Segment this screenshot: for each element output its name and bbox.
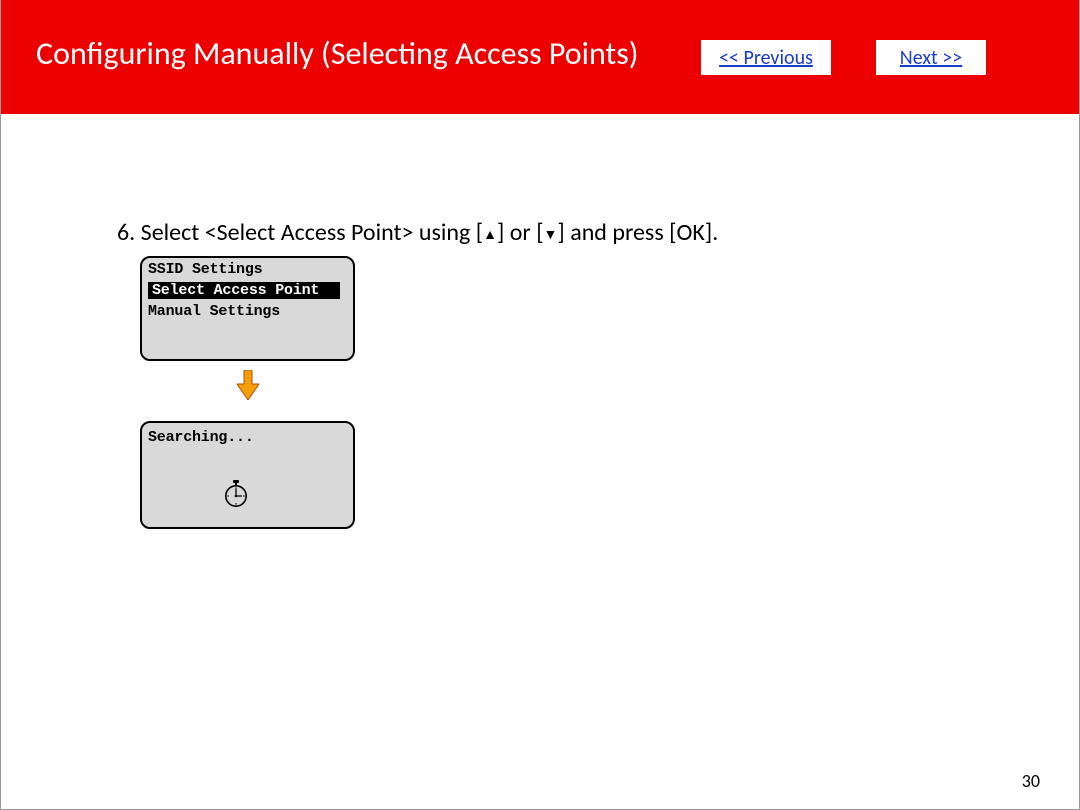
lcd-screen-searching: Searching... (140, 421, 355, 529)
lcd-title: SSID Settings (142, 258, 353, 281)
step-text-2: ] or [ (497, 218, 544, 247)
up-triangle-icon: ▲ (483, 226, 497, 243)
next-button[interactable]: Next >> (876, 40, 986, 75)
page-number: 30 (1022, 770, 1040, 792)
slide-frame (0, 0, 1080, 810)
lcd-selected-text: Select Access Point (148, 282, 340, 299)
previous-label: << Previous (719, 46, 813, 70)
lcd-line-manual: Manual Settings (142, 300, 353, 323)
step-instruction: 6. Select <Select Access Point> using [▲… (117, 218, 718, 247)
step-text-3: ] and press [OK]. (557, 218, 718, 247)
previous-button[interactable]: << Previous (701, 40, 831, 75)
page-title: Configuring Manually (Selecting Access P… (36, 34, 638, 73)
lcd-screen-ssid-settings: SSID Settings Select Access Point Manual… (140, 256, 355, 361)
header-band: Configuring Manually (Selecting Access P… (1, 0, 1079, 114)
next-label: Next >> (900, 46, 962, 70)
stopwatch-icon (224, 480, 248, 508)
lcd-selected-row: Select Access Point (142, 281, 353, 300)
flow-arrow-down-icon (237, 370, 259, 400)
step-text-1: Select <Select Access Point> using [ (141, 218, 483, 247)
down-triangle-icon: ▼ (544, 226, 558, 243)
lcd-searching-text: Searching... (142, 423, 353, 449)
step-number: 6. (117, 218, 135, 247)
